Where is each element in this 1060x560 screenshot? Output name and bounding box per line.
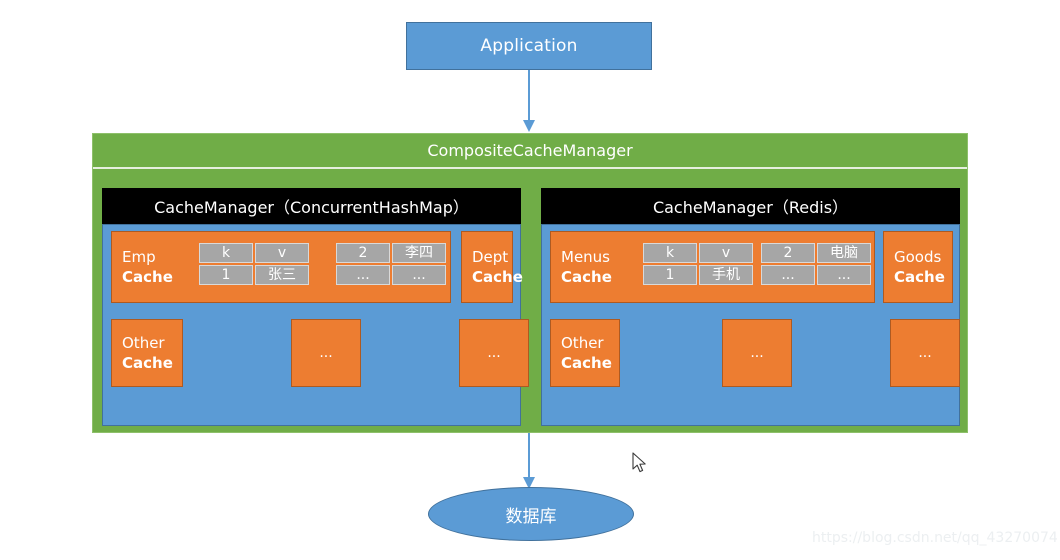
table-cell: 1 [199,265,253,285]
placeholder-cache-box-3: ... [722,319,792,387]
placeholder-label: ... [918,345,932,361]
table-row: 1 张三 [199,265,309,285]
table-row: ... ... [336,265,446,285]
placeholder-cache-box-2: ... [459,319,529,387]
other-cache-box: Other Cache [550,319,620,387]
table-row: k v [199,243,309,263]
cache-manager-header-concurrenthashmap: CacheManager（ConcurrentHashMap） [102,188,521,224]
composite-title-label: CompositeCacheManager [427,141,633,160]
emp-cache-strip: Emp Cache k v 1 张三 2 李四 ... ... [111,231,451,303]
table-cell: k [199,243,253,263]
table-row: 1 手机 [643,265,753,285]
menus-cache-kv-table-1: k v 1 手机 [641,241,755,287]
cache-manager-panel-concurrenthashmap: CacheManager（ConcurrentHashMap） Emp Cach… [102,188,529,426]
salary-cache-label-line1: Other [122,333,165,352]
table-cell: 张三 [255,265,309,285]
salary-cache-label-line2: Cache [122,354,173,372]
table-cell: ... [817,265,871,285]
table-cell: 1 [643,265,697,285]
table-row: ... ... [761,265,871,285]
placeholder-cache-box-4: ... [890,319,960,387]
menus-cache-kv-table-2: 2 电脑 ... ... [759,241,873,287]
emp-cache-kv-table-2: 2 李四 ... ... [334,241,448,287]
application-box: Application [406,22,652,70]
database-ellipse: 数据库 [428,487,634,541]
emp-cache-label-line2: Cache [122,268,173,286]
table-cell: 2 [761,243,815,263]
connector-composite-to-database [523,433,535,489]
table-row: 2 李四 [336,243,446,263]
emp-cache-kv-table-1: k v 1 张三 [197,241,311,287]
dept-cache-box: Dept Cache [461,231,523,303]
database-label: 数据库 [505,506,557,527]
table-cell: v [699,243,753,263]
other-cache-label-line1: Other [561,333,604,352]
table-cell: ... [392,265,446,285]
goods-cache-label-line2: Cache [894,268,945,286]
goods-cache-label-line1: Goods [894,247,942,266]
watermark: https://blog.csdn.net/qq_43270074 [812,530,1058,546]
other-cache-label-line2: Cache [561,354,612,372]
salary-cache-box: Other Cache [111,319,183,387]
cache-manager-header-redis: CacheManager（Redis） [541,188,960,224]
connector-application-to-composite [523,70,535,132]
goods-cache-box: Goods Cache [883,231,953,303]
table-cell: 手机 [699,265,753,285]
cache-manager-body-redis: Menus Cache k v 1 手机 2 电脑 ... ... Goods … [541,224,960,426]
table-cell: 李四 [392,243,446,263]
cache-manager-header-label: CacheManager（ConcurrentHashMap） [154,198,469,217]
application-label: Application [480,36,578,56]
table-cell: k [643,243,697,263]
cache-manager-header-label: CacheManager（Redis） [652,198,849,217]
emp-cache-label-line1: Emp [122,247,156,266]
menus-cache-label-line2: Cache [561,268,612,286]
table-cell: 2 [336,243,390,263]
placeholder-label: ... [319,345,333,361]
table-row: k v [643,243,753,263]
table-row: 2 电脑 [761,243,871,263]
dept-cache-label-line2: Cache [472,268,523,286]
placeholder-label: ... [487,345,501,361]
table-cell: ... [761,265,815,285]
mouse-cursor-icon [632,452,646,473]
menus-cache-strip: Menus Cache k v 1 手机 2 电脑 ... ... [550,231,875,303]
menus-cache-label-line1: Menus [561,247,610,266]
emp-cache-label: Emp Cache [122,247,173,288]
composite-cache-manager-title: CompositeCacheManager [93,134,967,169]
table-cell: ... [336,265,390,285]
menus-cache-label: Menus Cache [561,247,612,288]
table-cell: 电脑 [817,243,871,263]
placeholder-cache-box-1: ... [291,319,361,387]
composite-cache-manager: CompositeCacheManager CacheManager（Concu… [92,133,968,433]
dept-cache-label-line1: Dept [472,247,509,266]
cache-manager-panel-redis: CacheManager（Redis） Menus Cache k v 1 手机 [541,188,960,426]
placeholder-label: ... [750,345,764,361]
table-cell: v [255,243,309,263]
cache-manager-body-concurrenthashmap: Emp Cache k v 1 张三 2 李四 ... ... Dept Cac… [102,224,529,426]
